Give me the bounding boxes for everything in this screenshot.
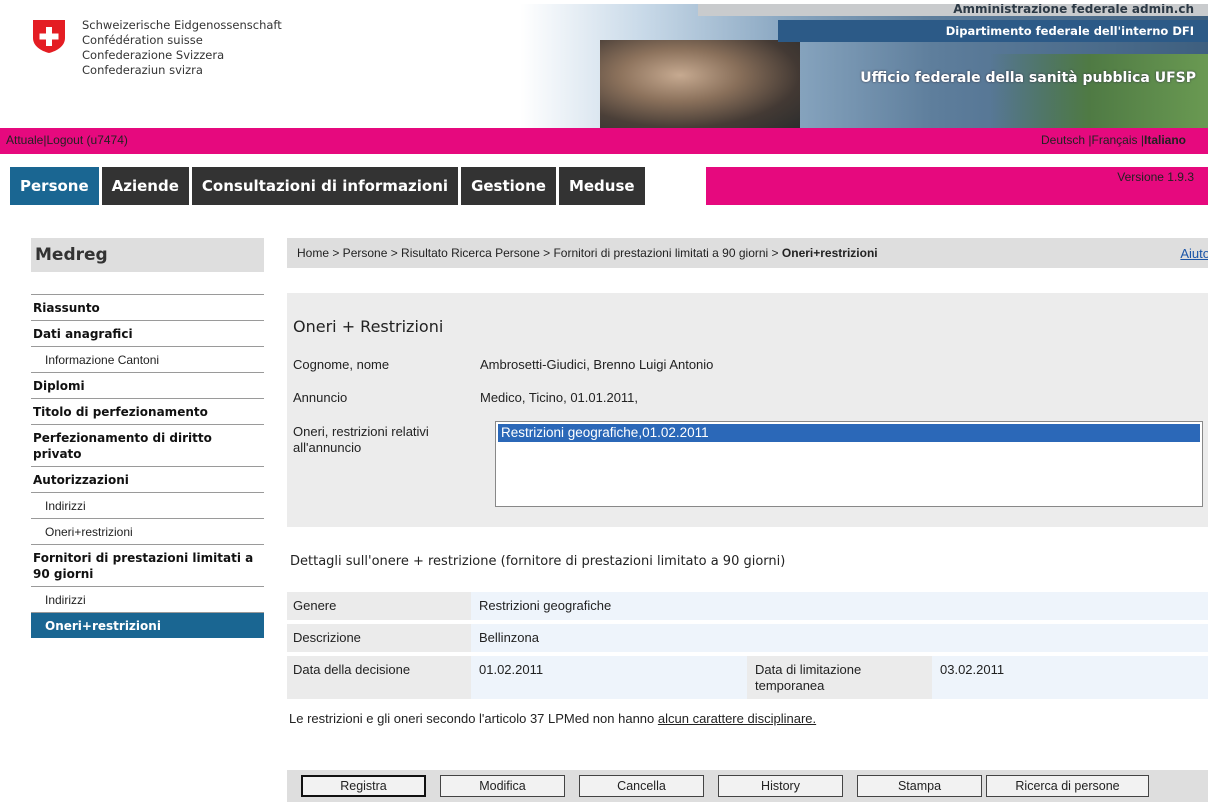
note-link[interactable]: alcun carattere disciplinare. [658,711,816,726]
main-nav: Versione 1.9.3 Persone Aziende Consultaz… [0,167,1208,205]
breadcrumb-current: Oneri+restrizioni [781,246,878,260]
lang-de[interactable]: Deutsch [1041,133,1085,147]
genre-row: Genere Restrizioni geografiche [287,592,1208,620]
sidebar: Medreg Riassunto Dati anagrafici Informa… [31,238,264,638]
sidebar-item-diplomi[interactable]: Diplomi [31,372,264,398]
sidebar-item-perfezionamento-privato[interactable]: Perfezionamento di diritto privato [31,424,264,466]
confederation-de: Schweizerische Eidgenossenschaft [82,18,282,32]
sidebar-item-autorizzazioni[interactable]: Autorizzazioni [31,466,264,492]
decision-date-label: Data della decisione [293,656,471,699]
history-button[interactable]: History [718,775,843,797]
lang-fr[interactable]: Français [1092,133,1138,147]
tab-aziende[interactable]: Aziende [101,167,189,205]
tab-consultazioni[interactable]: Consultazioni di informazioni [191,167,459,205]
name-label: Cognome, nome [293,357,390,372]
genre-value: Restrizioni geografiche [471,592,1208,620]
nav-tabs: Persone Aziende Consultazioni di informa… [10,167,648,205]
restrictions-listbox[interactable]: Restrizioni geografiche,01.02.2011 [495,421,1203,507]
sidebar-item-riassunto[interactable]: Riassunto [31,294,264,320]
genre-label: Genere [293,592,471,620]
logout-link[interactable]: Logout (u7474) [46,133,127,147]
actual-link[interactable]: Attuale [6,133,43,147]
nav-fill: Versione 1.9.3 [706,167,1208,205]
lang-it[interactable]: Italiano [1144,133,1186,147]
description-row: Descrizione Bellinzona [287,624,1208,652]
user-links: Attuale|Logout (u7474) [6,133,128,147]
sidebar-item-titolo-perfezionamento[interactable]: Titolo di perfezionamento [31,398,264,424]
description-value: Bellinzona [471,624,1208,652]
banner-photo [600,40,800,128]
tab-meduse[interactable]: Meduse [558,167,645,205]
sidebar-item-dati-anagrafici[interactable]: Dati anagrafici [31,320,264,346]
tab-gestione[interactable]: Gestione [461,167,556,205]
edit-button[interactable]: Modifica [440,775,565,797]
search-persons-button[interactable]: Ricerca di persone [986,775,1149,797]
language-switcher: Deutsch |Français |Italiano [1041,133,1186,147]
department-name: Dipartimento federale dell'interno DFI [945,24,1194,38]
sidebar-title: Medreg [31,238,264,272]
banner-photo-right [990,54,1208,128]
panel-title: Oneri + Restrizioni [293,317,444,336]
note-text: Le restrizioni e gli oneri secondo l'art… [289,711,658,726]
help-link[interactable]: Aiuto [1180,246,1208,261]
limit-date-label: Data di limitazione temporanea [747,656,932,699]
sidebar-item-fornitori-indirizzi[interactable]: Indirizzi [31,586,264,612]
confederation-fr: Confédération suisse [82,33,203,47]
header-banner: Amministrazione federale admin.ch Dipart… [520,4,1208,128]
breadcrumb-path[interactable]: Home > Persone > Risultato Ricerca Perso… [297,246,782,260]
sidebar-item-oneri-restrizioni[interactable]: Oneri+restrizioni [31,518,264,544]
sidebar-item-fornitori-90-giorni[interactable]: Fornitori di prestazioni limitati a 90 g… [31,544,264,586]
name-value: Ambrosetti-Giudici, Brenno Luigi Antonio [480,357,714,372]
button-bar: Registra Modifica Cancella History Stamp… [287,770,1208,802]
sidebar-menu: Riassunto Dati anagrafici Informazione C… [31,294,264,638]
details-title: Dettagli sull'onere + restrizione (forni… [290,554,786,569]
sidebar-item-fornitori-oneri-restrizioni[interactable]: Oneri+restrizioni [31,612,264,638]
confederation-names: Schweizerische Eidgenossenschaft Confédé… [82,18,282,78]
sidebar-item-indirizzi[interactable]: Indirizzi [31,492,264,518]
office-name: Ufficio federale della sanità pubblica U… [860,70,1196,86]
announcement-value: Medico, Ticino, 01.01.2011, [480,390,639,405]
description-label: Descrizione [293,624,471,652]
save-button[interactable]: Registra [301,775,426,797]
dates-row: Data della decisione 01.02.2011 Data di … [287,656,1208,699]
disciplinary-note: Le restrizioni e gli oneri secondo l'art… [289,711,816,726]
header: Schweizerische Eidgenossenschaft Confédé… [0,0,1208,128]
restrictions-label: Oneri, restrizioni relativi all'annuncio [293,424,429,455]
announcement-label: Annuncio [293,390,348,405]
swiss-cross-icon [33,20,65,53]
restrictions-option[interactable]: Restrizioni geografiche,01.02.2011 [498,424,1200,442]
delete-button[interactable]: Cancella [579,775,704,797]
breadcrumb: Home > Persone > Risultato Ricerca Perso… [287,238,1208,268]
user-bar: Attuale|Logout (u7474) Deutsch |Français… [0,128,1208,154]
limit-date-value: 03.02.2011 [932,656,1208,699]
sidebar-item-informazione-cantoni[interactable]: Informazione Cantoni [31,346,264,372]
restrictions-panel: Oneri + Restrizioni Cognome, nome Ambros… [287,293,1208,527]
tab-persone[interactable]: Persone [10,167,99,205]
confederation-it: Confederazione Svizzera [82,48,225,62]
version-label: Versione 1.9.3 [1117,170,1194,184]
confederation-rm: Confederaziun svizra [82,63,203,77]
print-button[interactable]: Stampa [857,775,982,797]
admin-link[interactable]: Amministrazione federale admin.ch [953,4,1194,16]
